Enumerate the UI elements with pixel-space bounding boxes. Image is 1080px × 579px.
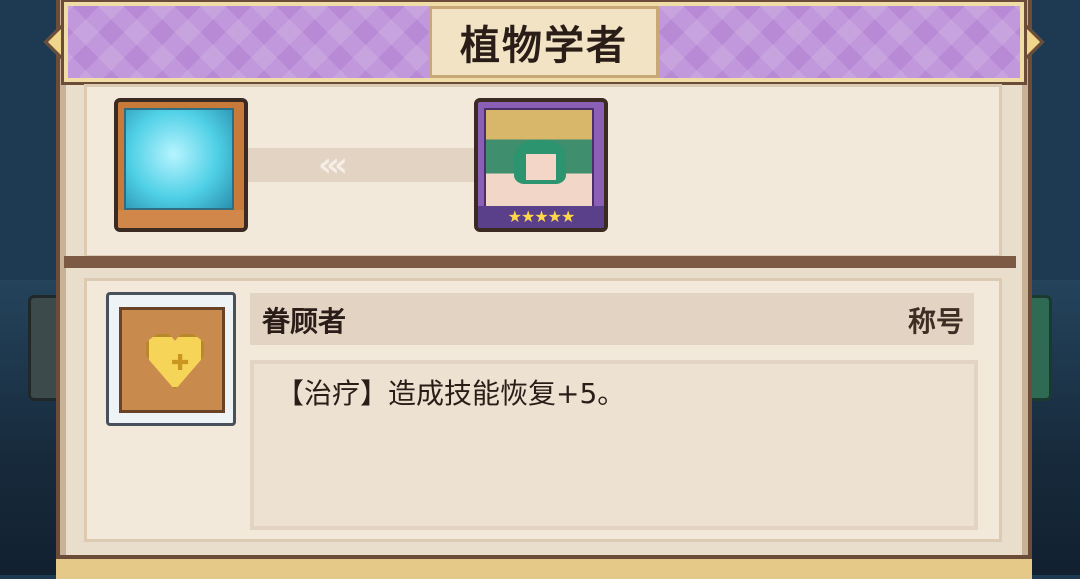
source-hero-portrait[interactable] (114, 98, 248, 232)
portrait-strip (118, 210, 244, 228)
skill-header-bar (250, 293, 974, 345)
title-bar: 植物学者 (64, 2, 1024, 82)
skill-description: 【治疗】造成技能恢复+5。 (276, 377, 626, 410)
section-divider (64, 256, 1016, 268)
plus-icon: ✚ (171, 351, 190, 376)
ghost-hero-image (124, 108, 234, 210)
skill-name: 眷顾者 (262, 305, 347, 338)
evolution-arrow-track (240, 148, 476, 182)
evolution-arrow-icon: ‹‹‹ (318, 145, 348, 185)
target-hero-portrait[interactable]: ★★★★★ (474, 98, 608, 232)
heart-cross-icon: ✚ (146, 334, 204, 390)
skill-tag-badge: 称号 (907, 305, 964, 338)
page-title: 植物学者 (460, 23, 628, 69)
botanist-hero-image (484, 108, 594, 210)
hero-face (526, 154, 556, 180)
title-plate: 植物学者 (429, 6, 659, 78)
star-rating: ★★★★★ (478, 206, 604, 228)
skill-icon-box: ✚ (119, 307, 225, 413)
skill-icon-frame[interactable]: ✚ (106, 292, 236, 426)
panel-bottom-frame (56, 555, 1032, 579)
